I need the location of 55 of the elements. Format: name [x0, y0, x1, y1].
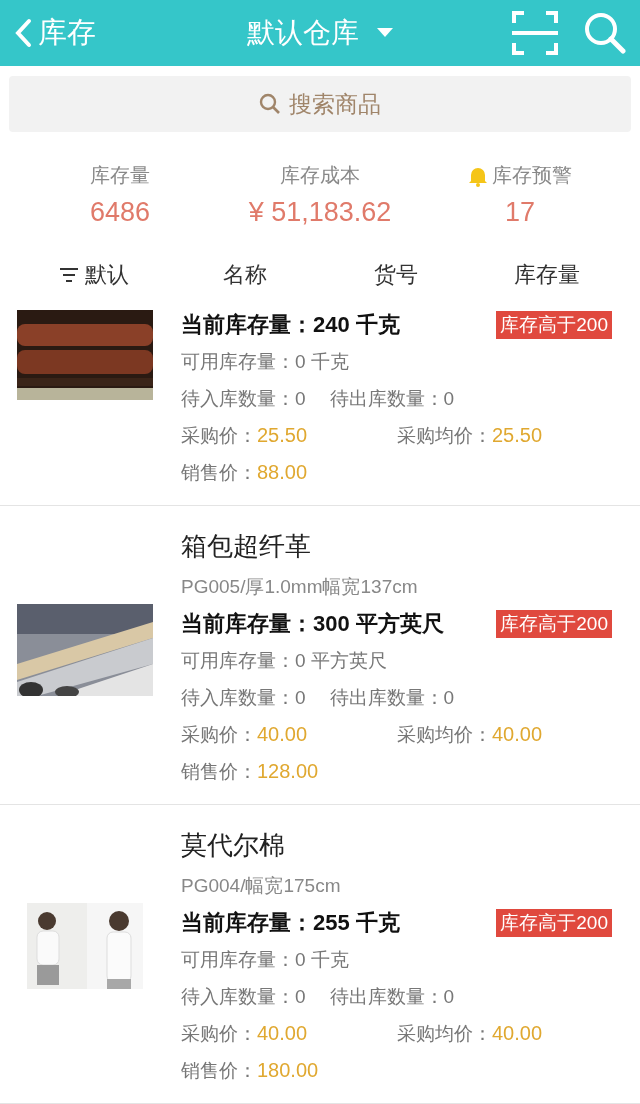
sort-icon: [58, 267, 79, 284]
average-price: 25.50: [492, 424, 543, 447]
outgoing-quantity: 待出库数量：0: [329, 386, 455, 411]
sort-option[interactable]: 库存量: [471, 259, 622, 292]
product-name: 莫代尔棉: [181, 828, 285, 862]
stock-alert-tag: 库存高于200: [496, 609, 612, 638]
price-label: 采购价：: [181, 1021, 257, 1046]
search-icon: [259, 93, 281, 116]
product-name: 箱包超纤革: [181, 529, 311, 563]
stock-alert-tag: 库存高于200: [496, 310, 612, 339]
product-code: PG004/幅宽175cm: [181, 873, 341, 898]
outgoing-quantity: 待出库数量：0: [329, 984, 455, 1009]
caret-icon: [377, 28, 393, 39]
search-icon: [584, 12, 626, 55]
available-stock: 可用库存量：0 千克: [181, 947, 349, 972]
price-label: 采购价：: [181, 722, 257, 747]
product-code: PG005/厚1.0mm幅宽137cm: [181, 574, 418, 599]
stat-value: 6486: [89, 197, 151, 229]
purchase-price: 25.50: [257, 424, 308, 447]
stock-quantity: 当前库存量：300 平方英尺: [181, 609, 444, 638]
stock-alert-tag: 库存高于200: [496, 908, 612, 937]
scan-button[interactable]: [512, 11, 558, 56]
sale-price: 180.00: [257, 1059, 319, 1082]
incoming-quantity: 待入库数量：0: [181, 984, 306, 1009]
price-label: 销售价：: [181, 1058, 257, 1083]
sort-option[interactable]: 名称: [169, 259, 320, 292]
price-label: 采购均价：: [397, 1021, 492, 1046]
stat-value: 17: [504, 197, 535, 229]
stat-label: 库存预警: [492, 163, 572, 189]
available-stock: 可用库存量：0 平方英尺: [181, 648, 387, 673]
scan-icon: [512, 11, 558, 56]
stat-label: 库存成本: [280, 163, 360, 189]
purchase-price: 40.00: [257, 723, 308, 746]
average-price: 40.00: [492, 1022, 543, 1045]
sale-price: 128.00: [257, 760, 319, 783]
outgoing-quantity: 待出库数量：0: [329, 685, 455, 710]
sort-option[interactable]: 默认: [18, 259, 169, 292]
average-price: 40.00: [492, 723, 543, 746]
stock-quantity: 当前库存量：240 千克: [181, 310, 400, 339]
price-label: 销售价：: [181, 460, 257, 485]
sort-option[interactable]: 货号: [320, 259, 471, 292]
stat-label: 库存量: [90, 163, 150, 189]
stock-quantity: 当前库存量：255 千克: [181, 908, 400, 937]
incoming-quantity: 待入库数量：0: [181, 386, 306, 411]
price-label: 采购均价：: [397, 722, 492, 747]
search-button[interactable]: [584, 11, 626, 56]
back-icon: [14, 18, 32, 49]
available-stock: 可用库存量：0 千克: [181, 349, 349, 374]
sale-price: 88.00: [257, 461, 308, 484]
price-label: 采购价：: [181, 423, 257, 448]
stat-value: ¥ 51,183.62: [248, 197, 392, 229]
incoming-quantity: 待入库数量：0: [181, 685, 306, 710]
price-label: 销售价：: [181, 759, 257, 784]
price-label: 采购均价：: [397, 423, 492, 448]
purchase-price: 40.00: [257, 1022, 308, 1045]
